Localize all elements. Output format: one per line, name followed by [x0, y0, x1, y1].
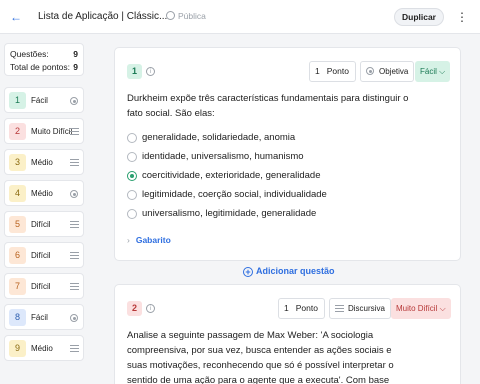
- question-difficulty-label: Muito Difícil: [31, 127, 73, 136]
- radio-button[interactable]: [127, 209, 137, 219]
- question-list-item-1[interactable]: 1 Fácil: [4, 87, 84, 113]
- question-card-2: 2 i 1 Ponto Discursiva Muito Difícil ⌵ An…: [114, 284, 461, 384]
- summary-box: Questões: 9 Total de pontos: 9: [4, 43, 84, 76]
- questions-count-value: 9: [73, 49, 78, 59]
- question-difficulty-label: Fácil: [31, 313, 48, 322]
- radio-button-selected[interactable]: [127, 171, 137, 181]
- plus-circle-icon: +: [243, 267, 253, 277]
- points-field[interactable]: 1 Ponto: [309, 61, 356, 82]
- radio-icon: [366, 67, 374, 75]
- question-number-badge: 3: [9, 154, 26, 171]
- lines-icon: [70, 159, 79, 166]
- radio-button[interactable]: [127, 152, 137, 162]
- question-stem: Analise a seguinte passagem de Max Weber…: [127, 330, 394, 384]
- globe-icon: [166, 11, 175, 20]
- points-unit: Ponto: [295, 303, 318, 313]
- visibility-status: Pública: [166, 11, 206, 21]
- radio-icon: [70, 314, 78, 322]
- answer-option-text: identidade, universalismo, humanismo: [142, 151, 304, 162]
- points-value: 1: [315, 66, 320, 76]
- radio-icon: [70, 97, 78, 105]
- radio-button[interactable]: [127, 133, 137, 143]
- page-title: Lista de Aplicação | Clássic...: [38, 11, 168, 22]
- question-list-item-3[interactable]: 3 Médio: [4, 149, 84, 175]
- question-difficulty-label: Médio: [31, 158, 53, 167]
- question-type-select[interactable]: Discursiva: [329, 298, 391, 319]
- question-number-badge: 4: [9, 185, 26, 202]
- question-list-item-2[interactable]: 2 Muito Difícil: [4, 118, 84, 144]
- question-stem: Durkheim expõe três características fund…: [127, 93, 409, 119]
- kebab-menu-icon[interactable]: ⋮: [456, 8, 468, 26]
- lines-icon: [70, 221, 79, 228]
- question-difficulty-label: Difícil: [31, 220, 51, 229]
- question-number-badge: 1: [9, 92, 26, 109]
- questions-count-label: Questões:: [10, 49, 49, 59]
- answer-option-text: coercitividade, exterioridade, generalid…: [142, 170, 321, 181]
- question-number-badge: 8: [9, 309, 26, 326]
- total-points-value: 9: [73, 62, 78, 72]
- radio-icon: [70, 190, 78, 198]
- question-difficulty-label: Médio: [31, 344, 53, 353]
- question-type-label: Discursiva: [348, 304, 385, 313]
- difficulty-select[interactable]: Muito Difícil ⌵: [391, 298, 451, 319]
- question-number-badge: 6: [9, 247, 26, 264]
- info-icon[interactable]: i: [146, 67, 155, 76]
- question-list-item-8[interactable]: 8 Fácil: [4, 304, 84, 330]
- points-unit: Ponto: [326, 66, 349, 76]
- answer-option-text: universalismo, legitimidade, generalidad…: [142, 208, 317, 219]
- question-card-1: 1 i 1 Ponto Objetiva Fácil ⌵ Durkheim exp…: [114, 47, 461, 261]
- question-list-item-4[interactable]: 4 Médio: [4, 180, 84, 206]
- lines-icon: [70, 252, 79, 259]
- question-difficulty-label: Difícil: [31, 251, 51, 260]
- chevron-right-icon: ›: [127, 235, 130, 245]
- difficulty-select[interactable]: Fácil ⌵: [415, 61, 451, 82]
- add-question-button[interactable]: + Adicionar questão: [243, 266, 335, 277]
- question-list-item-7[interactable]: 7 Difícil: [4, 273, 84, 299]
- lines-icon: [70, 128, 79, 135]
- question-difficulty-label: Médio: [31, 189, 53, 198]
- question-number-badge: 5: [9, 216, 26, 233]
- duplicate-button[interactable]: Duplicar: [394, 8, 444, 26]
- answer-key-label: Gabarito: [135, 235, 171, 245]
- question-type-label: Objetiva: [379, 67, 409, 76]
- question-difficulty-label: Fácil: [31, 96, 48, 105]
- question-number-badge: 1: [127, 64, 142, 79]
- top-bar: ← Lista de Aplicação | Clássic... Públic…: [0, 0, 480, 34]
- lines-icon: [70, 283, 79, 290]
- question-list-item-6[interactable]: 6 Difícil: [4, 242, 84, 268]
- arrow-left-icon[interactable]: ←: [9, 10, 23, 24]
- question-number-badge: 9: [9, 340, 26, 357]
- question-difficulty-label: Difícil: [31, 282, 51, 291]
- lines-icon: [70, 345, 79, 352]
- radio-button[interactable]: [127, 190, 137, 200]
- answer-option-text: legitimidade, coerção social, individual…: [142, 189, 327, 200]
- points-field[interactable]: 1 Ponto: [278, 298, 325, 319]
- question-list-item-5[interactable]: 5 Difícil: [4, 211, 84, 237]
- question-number-badge: 7: [9, 278, 26, 295]
- question-list-item-9[interactable]: 9 Médio: [4, 335, 84, 361]
- points-value: 1: [284, 303, 289, 313]
- answer-option-text: generalidade, solidariedade, anomia: [142, 132, 296, 143]
- question-number-badge: 2: [9, 123, 26, 140]
- info-icon[interactable]: i: [146, 304, 155, 313]
- total-points-label: Total de pontos:: [10, 62, 71, 72]
- question-type-select[interactable]: Objetiva: [360, 61, 415, 82]
- visibility-label: Pública: [178, 11, 206, 21]
- add-question-label: Adicionar questão: [256, 266, 335, 276]
- question-number-badge: 2: [127, 301, 142, 316]
- answer-key-toggle[interactable]: › Gabarito: [127, 235, 171, 245]
- lines-icon: [335, 305, 344, 312]
